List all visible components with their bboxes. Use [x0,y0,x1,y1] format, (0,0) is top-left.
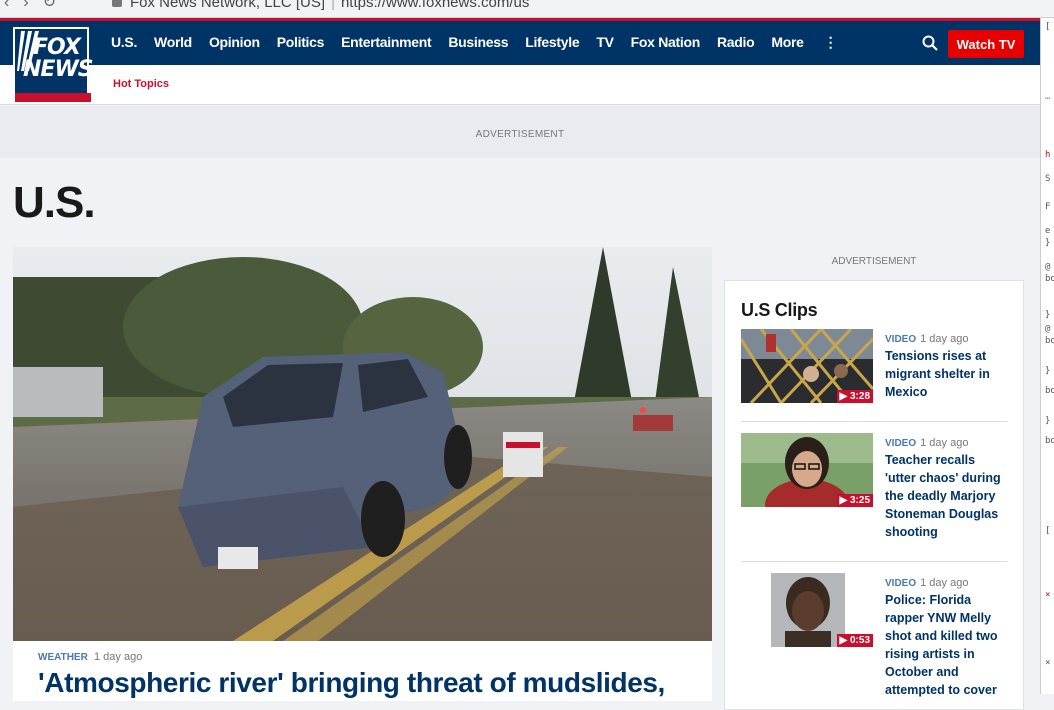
clip-duration: ▶ 3:25 [836,494,873,507]
watch-tv-button[interactable]: Watch TV [948,30,1024,58]
clip-duration: ▶ 3:28 [836,390,873,403]
nav-item-entertainment[interactable]: Entertainment [341,34,432,51]
nav-item-lifestyle[interactable]: Lifestyle [525,34,579,51]
devtools-text: @ [1045,262,1051,272]
clip-meta: VIDEO 1 day ago [885,329,968,347]
devtools-text: e [1045,226,1051,236]
clip-divider [741,421,1007,422]
hot-topics-link[interactable]: Hot Topics [113,78,169,90]
devtools-text: S [1045,174,1051,184]
nav-item-business[interactable]: Business [448,34,508,51]
nav-item-us[interactable]: U.S. [111,34,137,51]
side-ad-label: ADVERTISEMENT [831,256,917,267]
clip-divider [741,561,1007,562]
hero-image[interactable] [13,247,712,641]
devtools-text: } [1045,238,1051,248]
clip-duration-text: 0:53 [849,635,870,646]
top-ad-slot: ADVERTISEMENT [0,106,1040,158]
fox-news-logo[interactable]: FOX NEWS [13,27,94,102]
clip-duration-text: 3:25 [849,495,870,506]
clip-headline[interactable]: Teacher recalls 'utter chaos' during the… [885,451,1007,541]
clip-time: 1 day ago [920,333,969,345]
clip-kicker[interactable]: VIDEO [885,578,916,589]
main-nav: U.S. World Opinion Politics Entertainmen… [111,34,871,51]
clip-meta: VIDEO 1 day ago [885,433,968,451]
browser-toolbar: ‹›↻ Fox News Network, LLC [US] | https://w… [0,0,1054,18]
devtools-text: @ [1045,324,1051,334]
nav-item-fox-nation[interactable]: Fox Nation [631,34,701,51]
clip-meta: VIDEO 1 day ago [885,573,968,591]
devtools-text: } [1045,310,1051,320]
devtools-text: [ [1045,526,1051,536]
us-clips-panel: U.S Clips ▶ 3:28 VIDEO 1 day ago Tensions… [724,280,1024,710]
devtools-panel-edge[interactable]: [ ⋯ h S F e } @ bo } @ bo } bo } bo [ × … [1040,18,1054,694]
nav-item-opinion[interactable]: Opinion [209,34,260,51]
clip-time: 1 day ago [920,437,969,449]
devtools-text: bo [1045,336,1054,346]
clip-thumbnail[interactable]: ▶ 0:53 [741,573,873,647]
devtools-text: bo [1045,386,1054,396]
logo-line-1: FOX [33,35,81,60]
search-icon[interactable] [922,35,938,51]
devtools-text: h [1045,150,1051,160]
nav-item-tv[interactable]: TV [596,34,614,51]
hero-kicker[interactable]: WEATHER [38,652,88,663]
devtools-text: F [1045,202,1051,212]
sub-nav: Hot Topics [0,65,1040,105]
clip-headline[interactable]: Police: Florida rapper YNW Melly shot an… [885,591,1007,699]
hero-time: 1 day ago [94,651,143,663]
nav-more-label: More [771,34,804,50]
lock-icon [112,0,122,7]
logo-wordmark: FOX NEWS [19,35,94,82]
clip-time: 1 day ago [920,577,969,589]
devtools-text: [ [1045,22,1051,32]
flooded-car-photo [13,247,712,641]
clip-duration: ▶ 0:53 [836,634,873,647]
clip-thumbnail[interactable]: ▶ 3:25 [741,433,873,507]
devtools-text: } [1045,416,1051,426]
nav-item-radio[interactable]: Radio [717,34,755,51]
devtools-text: bo [1045,436,1054,446]
url-text[interactable]: https://www.foxnews.com/us [341,0,529,11]
clips-title: U.S Clips [741,300,818,320]
more-dots-icon: ⋮ [823,34,838,50]
nav-item-more[interactable]: More ⋮ [771,34,854,51]
hero-headline[interactable]: 'Atmospheric river' bringing threat of m… [38,667,665,699]
page-title: U.S. [13,178,96,227]
clip-duration-text: 3:28 [849,391,870,402]
clip-thumbnail[interactable]: ▶ 3:28 [741,329,873,403]
nav-item-politics[interactable]: Politics [277,34,325,51]
site-identity: Fox News Network, LLC [US] [130,0,326,11]
logo-line-2: NEWS [23,57,94,82]
clip-headline[interactable]: Tensions rises at migrant shelter in Mex… [885,347,1007,401]
browser-nav-arrows-icon[interactable]: ‹›↻ [4,0,70,12]
nav-item-world[interactable]: World [154,34,192,51]
devtools-error-icon[interactable]: × [1045,590,1050,600]
address-bar[interactable]: Fox News Network, LLC [US] | https://www.f… [112,0,529,11]
ad-label: ADVERTISEMENT [475,129,565,140]
clip-kicker[interactable]: VIDEO [885,438,916,449]
logo-red-bar [15,93,91,102]
hero-caption: WEATHER 1 day ago 'Atmospheric river' br… [13,641,712,701]
devtools-text: bo [1045,274,1054,284]
devtools-close-icon[interactable]: × [1045,658,1050,668]
devtools-text: } [1045,366,1051,376]
clip-kicker[interactable]: VIDEO [885,334,916,345]
